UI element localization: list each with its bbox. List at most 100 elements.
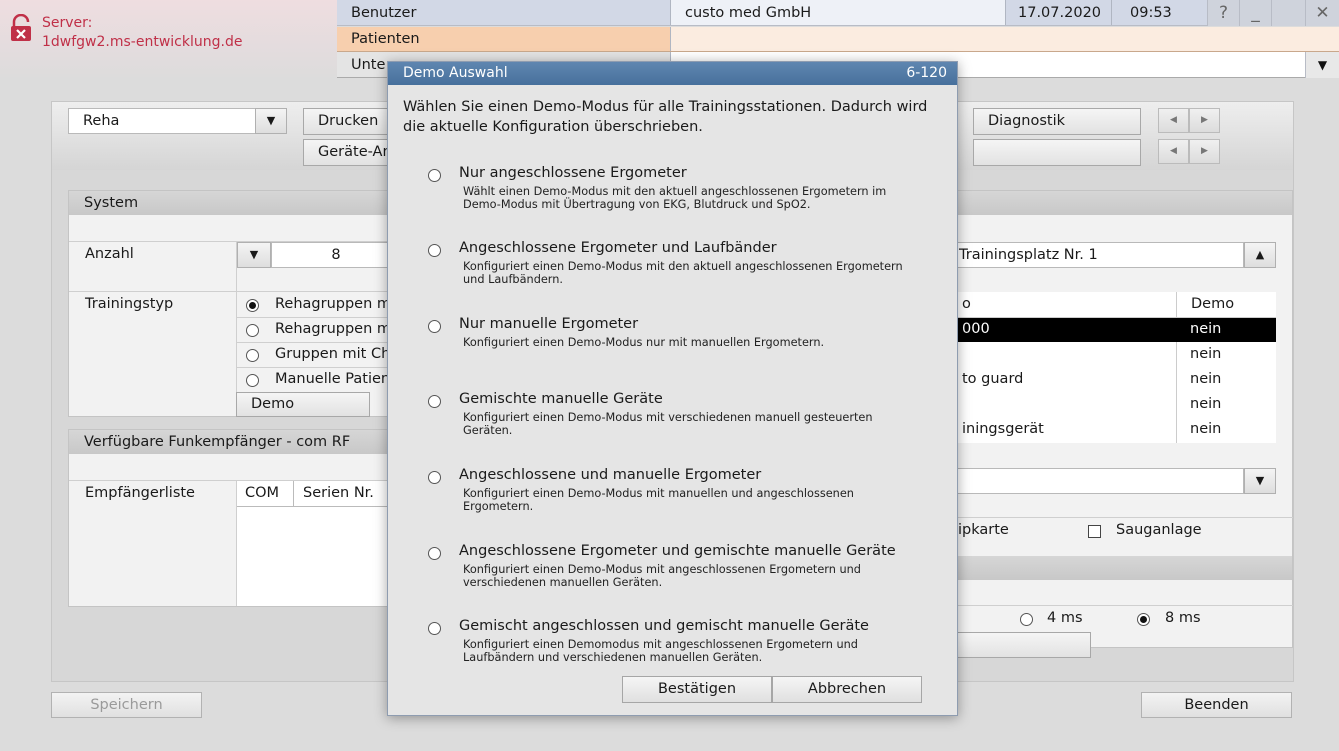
device-select[interactable]	[948, 468, 1244, 494]
help-button[interactable]: ?	[1207, 0, 1239, 26]
option-title: Nur manuelle Ergometer	[459, 316, 639, 332]
row-demo[interactable]: nein	[1190, 392, 1221, 417]
training-radio-3[interactable]	[246, 349, 259, 362]
count-value[interactable]: 8	[271, 242, 401, 268]
training-radio-1[interactable]	[246, 299, 259, 312]
divider	[69, 291, 401, 292]
date-display: 17.07.2020	[1006, 0, 1112, 25]
patient-info	[671, 27, 1339, 51]
interval-4ms-label: 4 ms	[1047, 610, 1083, 626]
option-desc: Konfiguriert einen Demo-Modus mit den ak…	[463, 260, 903, 286]
training-radio-2[interactable]	[246, 324, 259, 337]
option-radio[interactable]	[428, 244, 441, 257]
interval-header	[948, 556, 1292, 580]
option-title: Angeschlossene und manuelle Ergometer	[459, 467, 762, 483]
training-option-1: Rehagruppen m	[275, 296, 392, 312]
chip-label: ipkarte	[958, 522, 1009, 538]
confirm-button[interactable]: Bestätigen	[622, 676, 772, 703]
option-desc: Wählt einen Demo-Modus mit den aktuell a…	[463, 185, 887, 211]
company-name: custo med GmbH	[671, 0, 1006, 25]
close-button[interactable]: ✕	[1305, 0, 1339, 26]
option-desc: Konfiguriert einen Demo-Modus nur mit ma…	[463, 336, 825, 349]
row-demo: nein	[1190, 321, 1222, 337]
option-radio[interactable]	[428, 547, 441, 560]
row-demo[interactable]: nein	[1190, 367, 1221, 392]
devices-button[interactable]: Geräte-An	[303, 139, 393, 166]
top-row-user: Benutzer custo med GmbH 17.07.2020 09:53…	[337, 0, 1339, 26]
window-filler	[1271, 0, 1305, 26]
station-header	[948, 191, 1292, 215]
station-select[interactable]: Trainingsplatz Nr. 1	[948, 242, 1244, 268]
row-demo[interactable]: nein	[1190, 342, 1221, 367]
system-panel: System Anzahl ▼ 8 Trainingstyp Rehagrupp…	[68, 190, 401, 417]
option-radio[interactable]	[428, 395, 441, 408]
save-button[interactable]: Speichern	[51, 692, 202, 718]
nav-left-icon[interactable]: ◀	[1158, 108, 1189, 133]
col-device: o	[962, 296, 971, 312]
suction-label: Sauganlage	[1116, 522, 1202, 538]
option-title: Gemischt angeschlossen und gemischt manu…	[459, 618, 869, 634]
nav-left-icon[interactable]: ◀	[1158, 139, 1189, 164]
chevron-down-icon[interactable]: ▼	[1305, 52, 1339, 78]
exit-button[interactable]: Beenden	[1141, 692, 1292, 718]
server-label: Server:	[42, 15, 93, 31]
demo-dialog: Demo Auswahl 6-120 Wählen Sie einen Demo…	[387, 61, 958, 716]
time-display: 09:53	[1130, 5, 1172, 21]
rf-title: Verfügbare Funkempfänger - com RF	[69, 430, 399, 454]
suction-checkbox[interactable]	[1088, 525, 1101, 538]
divider	[237, 506, 401, 507]
nav-right-icon[interactable]: ▶	[1189, 108, 1220, 133]
interval-8ms-radio[interactable]	[1137, 613, 1150, 626]
rf-list-label: Empfängerliste	[85, 485, 195, 501]
divider	[236, 367, 401, 368]
diagnostics-button[interactable]: Diagnostik	[973, 108, 1141, 135]
mode-select[interactable]: Reha	[68, 108, 256, 134]
system-title: System	[69, 191, 399, 215]
option-radio[interactable]	[428, 471, 441, 484]
print-button[interactable]: Drucken	[303, 108, 393, 135]
option-radio[interactable]	[428, 622, 441, 635]
training-option-3: Gruppen mit Ch	[275, 346, 391, 362]
chevron-up-icon[interactable]: ▲	[1244, 242, 1276, 268]
option-desc: Konfiguriert einen Demo-Modus mit versch…	[463, 411, 873, 437]
training-radio-4[interactable]	[246, 374, 259, 387]
divider	[293, 481, 294, 506]
interval-button[interactable]	[948, 632, 1091, 658]
count-label: Anzahl	[85, 246, 134, 262]
rf-panel: Verfügbare Funkempfänger - com RF Empfän…	[68, 429, 401, 607]
table-row-selected[interactable]	[948, 318, 1276, 342]
option-desc: Konfiguriert einen Demomodus mit angesch…	[463, 638, 858, 664]
nav-user[interactable]: Benutzer	[337, 0, 671, 25]
divider	[236, 317, 401, 318]
chevron-down-icon[interactable]: ▼	[1244, 468, 1276, 494]
interval-8ms-label: 8 ms	[1165, 610, 1201, 626]
top-row-patients: Patienten	[337, 27, 1339, 52]
option-desc: Konfiguriert einen Demo-Modus mit angesc…	[463, 563, 861, 589]
server-host: 1dwfgw2.ms-entwicklung.de	[42, 34, 243, 50]
dialog-titlebar[interactable]: Demo Auswahl	[388, 62, 957, 85]
option-title: Gemischte manuelle Geräte	[459, 391, 663, 407]
option-desc: Konfiguriert einen Demo-Modus mit manuel…	[463, 487, 854, 513]
row-name[interactable]: to guard	[962, 367, 1023, 392]
demo-button[interactable]: Demo	[236, 392, 370, 417]
nav-right-icon[interactable]: ▶	[1189, 139, 1220, 164]
col-com: COM	[245, 485, 280, 501]
row-name: 000	[962, 321, 990, 337]
mode-dropdown-button[interactable]: ▼	[255, 108, 287, 134]
option-title: Angeschlossene Ergometer und Laufbänder	[459, 240, 777, 256]
cancel-button[interactable]: Abbrechen	[772, 676, 922, 703]
row-demo[interactable]: nein	[1190, 417, 1221, 442]
toolbar-button-empty[interactable]	[973, 139, 1141, 166]
option-radio[interactable]	[428, 169, 441, 182]
count-dropdown-button[interactable]: ▼	[237, 242, 271, 268]
divider	[1176, 292, 1177, 443]
minimize-button[interactable]: _	[1239, 0, 1271, 26]
divider	[948, 605, 1293, 606]
interval-4ms-radio[interactable]	[1020, 613, 1033, 626]
option-title: Nur angeschlossene Ergometer	[459, 165, 687, 181]
row-name[interactable]: iningsgerät	[962, 417, 1044, 442]
nav-patients[interactable]: Patienten	[337, 27, 671, 51]
divider	[236, 342, 401, 343]
dialog-title: Demo Auswahl	[403, 65, 508, 81]
option-radio[interactable]	[428, 320, 441, 333]
